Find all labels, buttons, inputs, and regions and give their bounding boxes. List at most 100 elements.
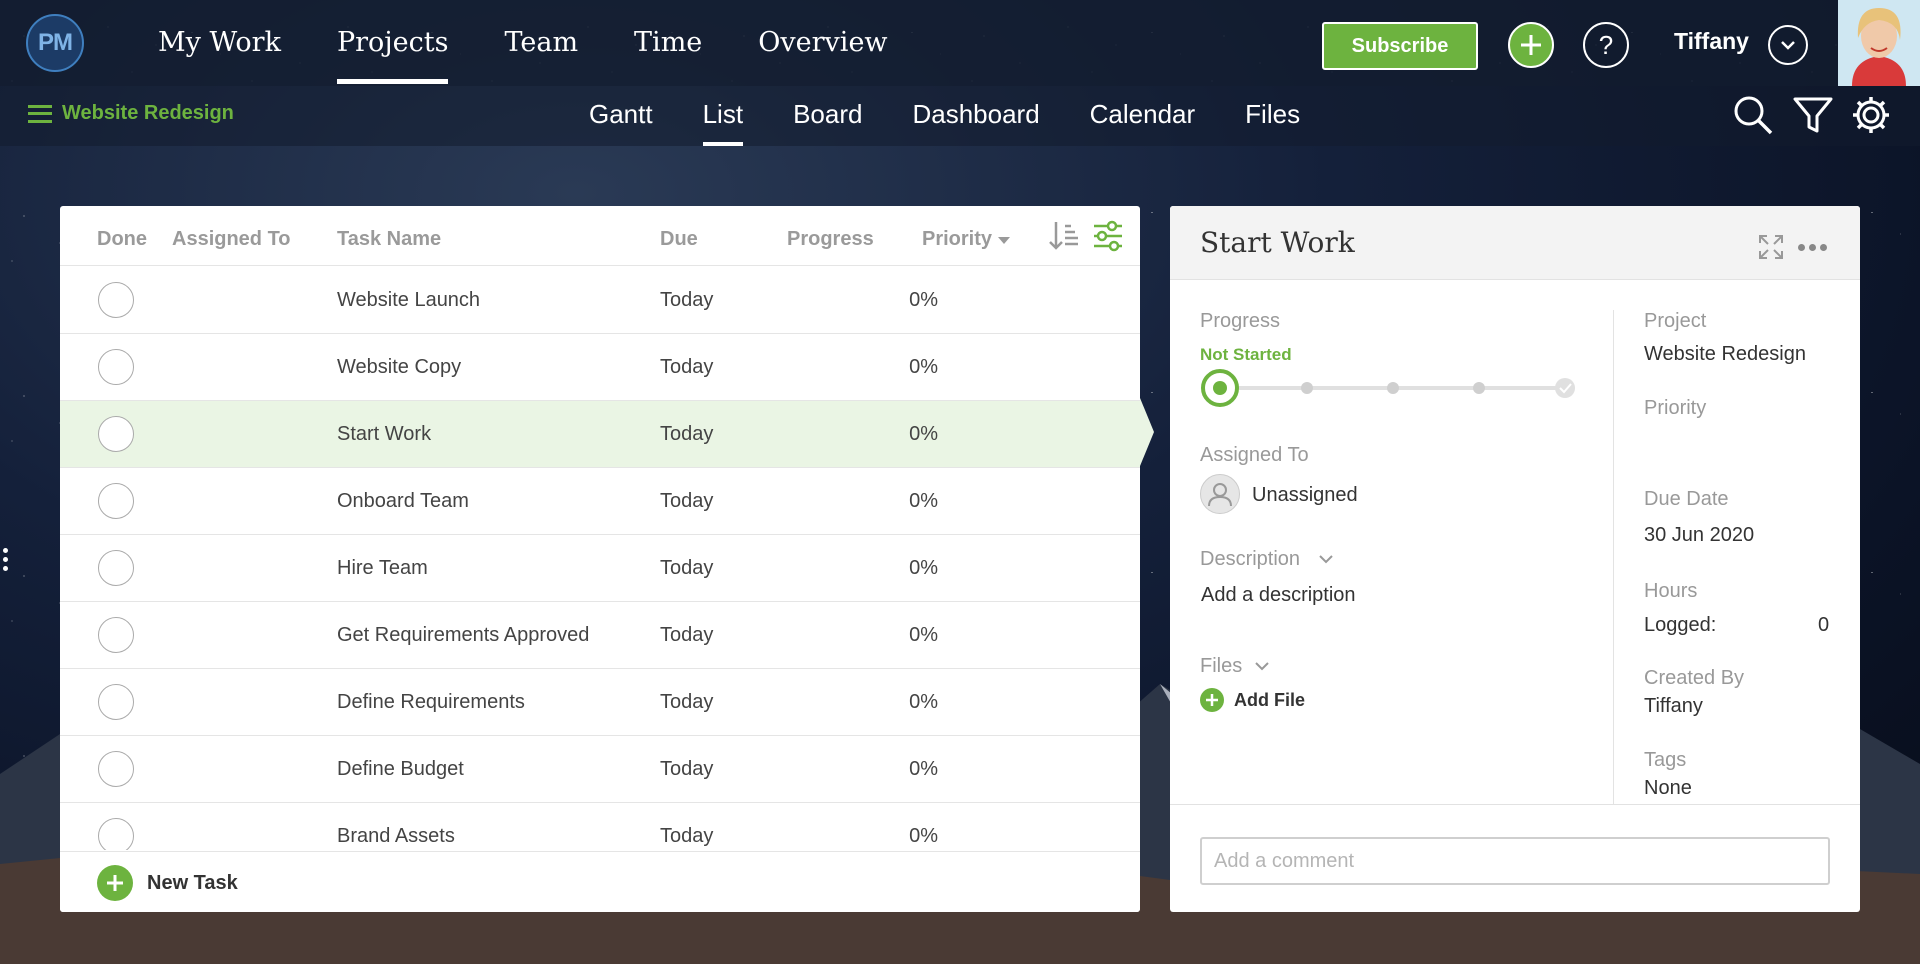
task-name[interactable]: Start Work	[337, 423, 431, 446]
filter-icon[interactable]	[1792, 94, 1834, 136]
done-checkbox[interactable]	[98, 349, 134, 385]
add-new-button[interactable]	[1508, 22, 1554, 68]
task-name[interactable]: Onboard Team	[337, 490, 469, 513]
task-row[interactable]: Brand Assets Today 0%	[60, 803, 1140, 850]
add-file-button[interactable]: Add File	[1200, 688, 1305, 712]
user-menu-button[interactable]	[1768, 25, 1808, 65]
done-checkbox[interactable]	[98, 617, 134, 653]
done-checkbox[interactable]	[98, 550, 134, 586]
new-task-label: New Task	[147, 871, 238, 894]
column-header-assigned[interactable]: Assigned To	[172, 228, 291, 251]
logged-value[interactable]: 0	[1818, 614, 1829, 637]
column-header-task-name[interactable]: Task Name	[337, 228, 441, 251]
task-name[interactable]: Hire Team	[337, 557, 428, 580]
done-checkbox[interactable]	[98, 416, 134, 452]
sort-icon[interactable]	[1048, 220, 1080, 252]
assigned-to-value[interactable]: Unassigned	[1252, 484, 1358, 507]
task-due[interactable]: Today	[660, 691, 713, 714]
column-header-priority[interactable]: Priority	[922, 228, 1010, 251]
project-value[interactable]: Website Redesign	[1644, 343, 1806, 366]
tab-dashboard[interactable]: Dashboard	[887, 86, 1064, 146]
user-placeholder-icon	[1208, 483, 1232, 507]
tags-value[interactable]: None	[1644, 777, 1692, 800]
description-placeholder[interactable]: Add a description	[1201, 584, 1356, 607]
progress-stepper[interactable]	[1200, 368, 1580, 408]
column-settings-icon[interactable]	[1092, 220, 1124, 252]
column-header-done[interactable]: Done	[97, 228, 147, 251]
tab-list[interactable]: List	[678, 86, 768, 146]
task-due[interactable]: Today	[660, 356, 713, 379]
help-button[interactable]: ?	[1583, 22, 1629, 68]
task-name[interactable]: Define Requirements	[337, 691, 525, 714]
task-row[interactable]: Get Requirements Approved Today 0%	[60, 602, 1140, 669]
task-name[interactable]: Website Launch	[337, 289, 480, 312]
done-checkbox[interactable]	[98, 282, 134, 318]
task-progress[interactable]: 0%	[850, 490, 938, 513]
task-progress[interactable]: 0%	[850, 423, 938, 446]
tab-board[interactable]: Board	[768, 86, 887, 146]
comment-input[interactable]	[1200, 837, 1830, 885]
main-nav: My Work Projects Team Time Overview	[130, 0, 916, 86]
expand-icon[interactable]	[1758, 234, 1784, 260]
task-due[interactable]: Today	[660, 423, 713, 446]
task-row[interactable]: Define Requirements Today 0%	[60, 669, 1140, 736]
task-row[interactable]: Website Copy Today 0%	[60, 334, 1140, 401]
side-drawer-handle[interactable]	[3, 548, 8, 571]
task-progress[interactable]: 0%	[850, 356, 938, 379]
main-nav-time[interactable]: Time	[606, 0, 730, 86]
project-menu[interactable]: Website Redesign	[28, 102, 234, 125]
task-progress[interactable]: 0%	[850, 624, 938, 647]
column-header-due[interactable]: Due	[660, 228, 698, 251]
task-name[interactable]: Website Copy	[337, 356, 461, 379]
task-due[interactable]: Today	[660, 557, 713, 580]
done-checkbox[interactable]	[98, 483, 134, 519]
app-logo[interactable]: PM	[26, 14, 84, 72]
add-file-label: Add File	[1234, 689, 1305, 710]
task-progress[interactable]: 0%	[850, 758, 938, 781]
subscribe-button[interactable]: Subscribe	[1322, 22, 1478, 70]
tab-gantt[interactable]: Gantt	[564, 86, 678, 146]
task-row-selected[interactable]: Start Work Today 0%	[60, 401, 1140, 468]
task-row[interactable]: Hire Team Today 0%	[60, 535, 1140, 602]
task-row[interactable]: Website Launch Today 0%	[60, 267, 1140, 334]
task-due[interactable]: Today	[660, 624, 713, 647]
task-due[interactable]: Today	[660, 758, 713, 781]
task-name[interactable]: Define Budget	[337, 758, 464, 781]
detail-title[interactable]: Start Work	[1200, 226, 1355, 259]
task-name[interactable]: Brand Assets	[337, 825, 455, 848]
done-checkbox[interactable]	[98, 751, 134, 787]
tab-calendar[interactable]: Calendar	[1065, 86, 1221, 146]
task-progress[interactable]: 0%	[850, 691, 938, 714]
chevron-down-icon[interactable]	[1318, 551, 1334, 567]
task-progress[interactable]: 0%	[850, 557, 938, 580]
task-progress[interactable]: 0%	[850, 825, 938, 848]
task-name[interactable]: Get Requirements Approved	[337, 624, 589, 647]
main-nav-my-work[interactable]: My Work	[130, 0, 309, 86]
tab-files[interactable]: Files	[1220, 86, 1325, 146]
done-checkbox[interactable]	[98, 684, 134, 720]
task-due[interactable]: Today	[660, 825, 713, 848]
new-task-button[interactable]: New Task	[97, 865, 238, 901]
description-label[interactable]: Description	[1200, 548, 1300, 571]
column-header-progress[interactable]: Progress	[787, 228, 874, 251]
search-icon[interactable]	[1732, 94, 1774, 136]
task-row[interactable]: Onboard Team Today 0%	[60, 468, 1140, 535]
due-date-value[interactable]: 30 Jun 2020	[1644, 524, 1754, 547]
more-options-icon[interactable]	[1798, 244, 1827, 251]
done-checkbox[interactable]	[98, 818, 134, 850]
task-progress[interactable]: 0%	[850, 289, 938, 312]
main-nav-projects[interactable]: Projects	[309, 0, 477, 86]
task-due[interactable]: Today	[660, 490, 713, 513]
avatar-portrait	[1838, 0, 1920, 86]
task-row[interactable]: Define Budget Today 0%	[60, 736, 1140, 803]
chevron-down-icon[interactable]	[1254, 658, 1270, 674]
files-label[interactable]: Files	[1200, 655, 1242, 678]
assignee-avatar[interactable]	[1200, 474, 1240, 514]
detail-header: Start Work	[1170, 206, 1860, 280]
main-nav-team[interactable]: Team	[476, 0, 606, 86]
task-due[interactable]: Today	[660, 289, 713, 312]
user-name[interactable]: Tiffany	[1674, 28, 1749, 55]
user-avatar[interactable]	[1838, 0, 1920, 86]
main-nav-overview[interactable]: Overview	[730, 0, 915, 86]
settings-gear-icon[interactable]	[1850, 94, 1892, 136]
